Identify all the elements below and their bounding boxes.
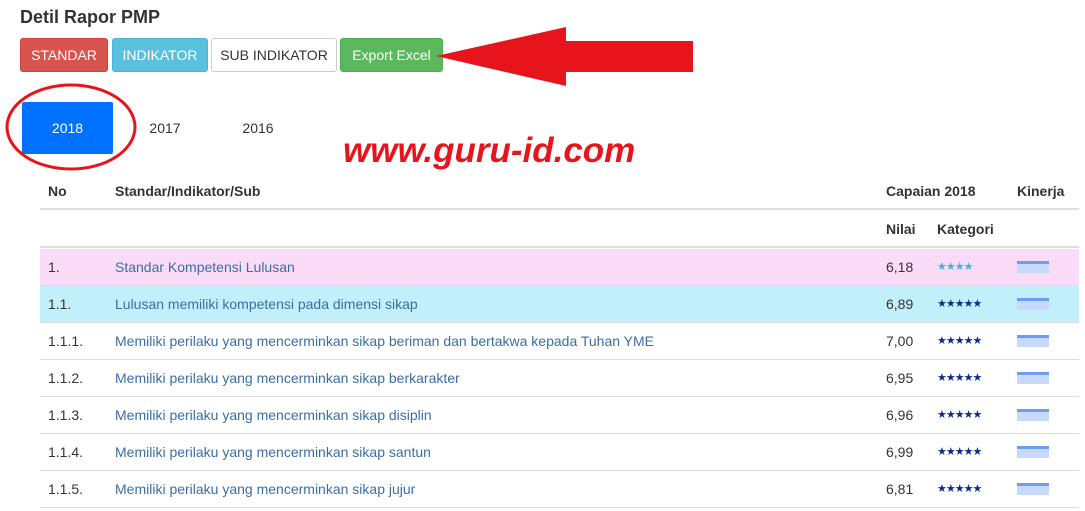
row-number: 1. (48, 259, 60, 275)
indikator-button[interactable]: INDIKATOR (112, 38, 208, 72)
row-number: 1.1.5. (48, 481, 84, 497)
row-nilai: 6,18 (886, 259, 914, 275)
row-number: 1.1.2. (48, 370, 84, 386)
table-row: 1.1. Lulusan memiliki kompetensi pada dim… (40, 286, 1079, 323)
header-standar: Standar/Indikator/Sub (115, 183, 261, 199)
header-capaian: Capaian 2018 (886, 183, 976, 199)
header-kategori: Kategori (937, 221, 994, 237)
standar-button[interactable]: STANDAR (20, 38, 108, 72)
row-nilai: 7,00 (886, 333, 914, 349)
tab-2016[interactable]: 2016 (212, 102, 304, 154)
kinerja-bar-icon (1017, 298, 1049, 310)
star-rating-icon: ★★★★★ (937, 335, 982, 347)
row-name-link[interactable]: Memiliki perilaku yang mencerminkan sika… (115, 370, 460, 386)
star-rating-icon: ★★★★★ (937, 446, 982, 458)
table-subheader-row: Nilai Kategori (40, 210, 1079, 248)
row-name-link[interactable]: Memiliki perilaku yang mencerminkan sika… (115, 333, 654, 349)
kinerja-bar-icon (1017, 335, 1049, 347)
tab-2017[interactable]: 2017 (120, 102, 210, 154)
row-name-link[interactable]: Memiliki perilaku yang mencerminkan sika… (115, 407, 432, 423)
table-row: 1.1.5. Memiliki perilaku yang mencerminka… (40, 471, 1079, 508)
star-rating-icon: ★★★★★ (937, 298, 982, 310)
page-title: Detil Rapor PMP (20, 7, 161, 27)
table-header-row: No Standar/Indikator/Sub Capaian 2018 Ki… (40, 172, 1079, 210)
tab-2018[interactable]: 2018 (22, 102, 113, 154)
row-nilai: 6,89 (886, 296, 914, 312)
row-name-link[interactable]: Lulusan memiliki kompetensi pada dimensi… (115, 296, 418, 312)
row-nilai: 6,99 (886, 444, 914, 460)
kinerja-bar-icon (1017, 261, 1049, 273)
export-excel-button[interactable]: Export Excel (340, 38, 443, 72)
row-nilai: 6,95 (886, 370, 914, 386)
kinerja-bar-icon (1017, 409, 1049, 421)
kinerja-bar-icon (1017, 372, 1049, 384)
row-name-link[interactable]: Memiliki perilaku yang mencerminkan sika… (115, 481, 415, 497)
row-number: 1.1.1. (48, 333, 84, 349)
red-arrow-annotation (436, 27, 693, 86)
table-row: 1.1.2. Memiliki perilaku yang mencerminka… (40, 360, 1079, 397)
table-row: 1.1.1. Memiliki perilaku yang mencerminka… (40, 323, 1079, 360)
table-row: 1. Standar Kompetensi Lulusan 6,18 ★★★★ (40, 249, 1079, 286)
row-nilai: 6,96 (886, 407, 914, 423)
row-number: 1.1. (48, 296, 72, 312)
star-rating-icon: ★★★★★ (937, 409, 982, 421)
star-rating-icon: ★★★★ (937, 261, 973, 273)
header-kinerja: Kinerja (1017, 183, 1065, 199)
table-row: 1.1.4. Memiliki perilaku yang mencerminka… (40, 434, 1079, 471)
table-row: 1.1.3. Memiliki perilaku yang mencerminka… (40, 397, 1079, 434)
row-number: 1.1.4. (48, 444, 84, 460)
kinerja-bar-icon (1017, 483, 1049, 495)
row-number: 1.1.3. (48, 407, 84, 423)
star-rating-icon: ★★★★★ (937, 372, 982, 384)
row-name-link[interactable]: Memiliki perilaku yang mencerminkan sika… (115, 444, 431, 460)
kinerja-bar-icon (1017, 446, 1049, 458)
watermark-text: www.guru-id.com (343, 131, 636, 170)
row-name-link[interactable]: Standar Kompetensi Lulusan (115, 259, 295, 275)
star-rating-icon: ★★★★★ (937, 483, 982, 495)
header-no: No (48, 183, 67, 199)
header-nilai: Nilai (886, 221, 916, 237)
sub-indikator-button[interactable]: SUB INDIKATOR (211, 38, 337, 72)
row-nilai: 6,81 (886, 481, 914, 497)
